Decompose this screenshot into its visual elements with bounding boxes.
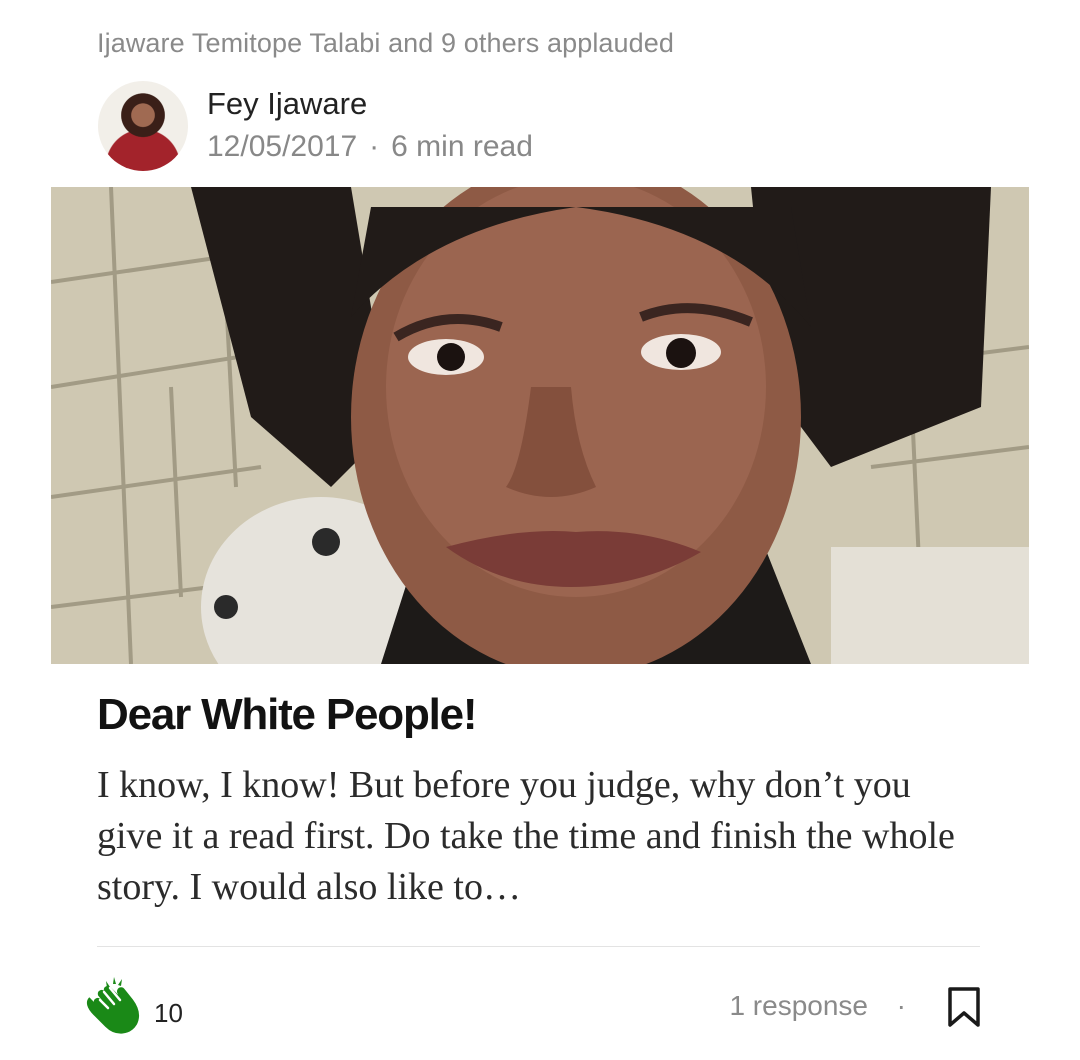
applause-activity-text[interactable]: Ijaware Temitope Talabi and 9 others app… — [97, 28, 674, 59]
footer-divider — [97, 946, 980, 947]
story-excerpt[interactable]: I know, I know! But before you judge, wh… — [97, 760, 977, 913]
clap-button[interactable] — [80, 974, 144, 1038]
bookmark-button[interactable] — [946, 986, 982, 1028]
meta-separator: · — [369, 130, 380, 163]
story-footer: 10 1 response · — [80, 970, 988, 1040]
post-meta: 12/05/2017 · 6 min read — [207, 127, 533, 167]
author-row: Fey Ijaware 12/05/2017 · 6 min read — [98, 80, 533, 172]
post-date: 12/05/2017 — [207, 130, 358, 163]
cover-photo-illustration — [51, 187, 1029, 664]
responses-link[interactable]: 1 response — [729, 990, 868, 1022]
story-cover-image[interactable] — [51, 187, 1029, 664]
footer-separator: · — [896, 990, 906, 1021]
author-avatar[interactable] — [98, 81, 188, 171]
read-time: 6 min read — [391, 130, 533, 163]
story-title[interactable]: Dear White People! — [97, 690, 478, 740]
bookmark-icon — [948, 987, 980, 1027]
clap-count[interactable]: 10 — [154, 998, 183, 1029]
author-name[interactable]: Fey Ijaware — [207, 85, 533, 123]
author-meta: Fey Ijaware 12/05/2017 · 6 min read — [207, 85, 533, 167]
clap-hands-icon — [86, 977, 140, 1034]
